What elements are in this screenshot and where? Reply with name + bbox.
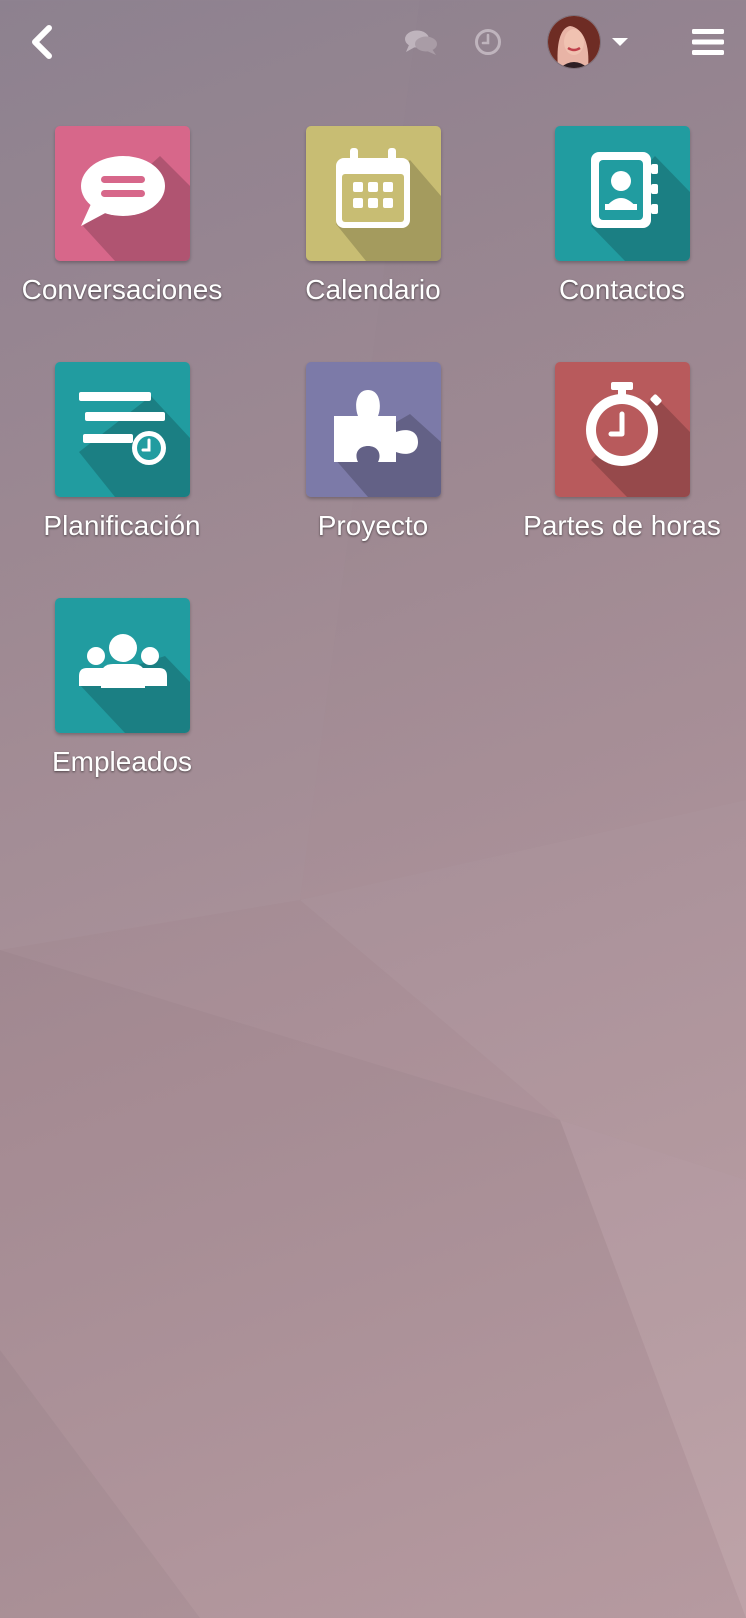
app-calendario[interactable]: Calendario xyxy=(248,126,498,336)
avatar xyxy=(548,16,600,68)
app-icon-contactos xyxy=(554,126,690,261)
app-label: Planificación xyxy=(43,510,201,541)
back-button[interactable] xyxy=(22,20,62,64)
chevron-down-icon xyxy=(612,38,628,46)
chevron-left-icon xyxy=(32,25,52,59)
app-contactos[interactable]: Contactos xyxy=(497,126,746,336)
app-conversaciones[interactable]: Conversaciones xyxy=(0,126,247,336)
messaging-button[interactable] xyxy=(400,22,442,62)
activities-button[interactable] xyxy=(470,22,506,62)
app-planificacion[interactable]: Planificación xyxy=(0,362,247,572)
puzzle-piece-icon xyxy=(305,362,441,497)
app-empleados[interactable]: Empleados xyxy=(0,598,247,808)
comments-icon xyxy=(405,30,437,55)
main-menu-button[interactable] xyxy=(690,24,726,60)
users-group-icon xyxy=(54,598,190,733)
app-icon-planificacion xyxy=(54,362,190,497)
app-icon-empleados xyxy=(54,598,190,733)
app-label: Proyecto xyxy=(317,510,429,541)
app-icon-calendario xyxy=(305,126,441,261)
stopwatch-icon xyxy=(554,362,690,497)
chat-bubble-icon xyxy=(54,126,190,261)
app-icon-proyecto xyxy=(305,362,441,497)
app-partes-de-horas[interactable]: Partes de horas xyxy=(497,362,746,572)
app-label: Conversaciones xyxy=(21,274,223,305)
user-menu-toggle[interactable] xyxy=(545,12,631,72)
app-label: Calendario xyxy=(305,274,441,305)
address-book-icon xyxy=(554,126,690,261)
app-proyecto[interactable]: Proyecto xyxy=(248,362,498,572)
app-icon-conversaciones xyxy=(54,126,190,261)
clock-icon xyxy=(475,29,501,55)
calendar-icon xyxy=(305,126,441,261)
planning-list-clock-icon xyxy=(54,362,190,497)
hamburger-icon xyxy=(692,29,724,55)
top-navbar xyxy=(0,0,746,84)
app-label: Empleados xyxy=(51,746,193,777)
app-label: Contactos xyxy=(558,274,686,305)
app-icon-partes-de-horas xyxy=(554,362,690,497)
app-label: Partes de horas xyxy=(523,510,721,541)
